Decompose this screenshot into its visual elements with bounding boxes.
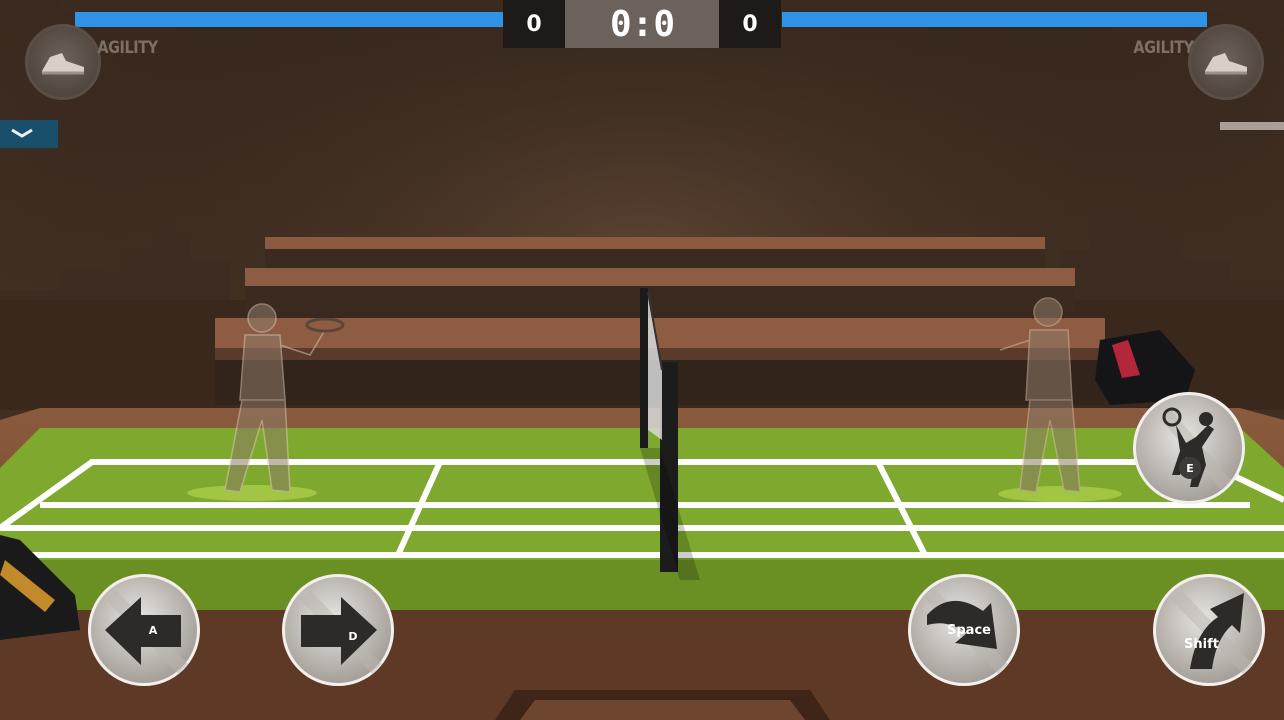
right-agility-label: AGILITY [1133, 38, 1194, 58]
right-stamina-bar [782, 12, 1207, 27]
right-agility-button[interactable] [1188, 24, 1264, 100]
chevron-down-icon [11, 128, 33, 138]
dash-key-label: Shift [1184, 637, 1219, 652]
collapse-menu-tab[interactable] [0, 120, 58, 148]
move-right-key-label: D [342, 625, 364, 647]
special-key-label: E [1179, 457, 1201, 479]
match-score: 0:0 [565, 0, 720, 48]
shoe-icon [42, 53, 84, 75]
right-games-score: 0 [719, 0, 781, 48]
left-agility-button[interactable] [25, 24, 101, 100]
left-games-score: 0 [503, 0, 565, 48]
game-scene: 0 0:0 0 AGILITY AGILITY E A D Space Shif… [0, 0, 1284, 720]
dash-button[interactable]: Shift [1153, 574, 1265, 686]
left-stamina-track [60, 0, 506, 12]
move-right-button[interactable]: D [282, 574, 394, 686]
jump-key-label: Space [947, 623, 991, 638]
left-agility-label: AGILITY [97, 38, 158, 58]
special-skill-button[interactable]: E [1133, 392, 1245, 504]
move-left-key-label: A [142, 619, 164, 641]
left-stamina-bar [75, 12, 505, 27]
right-stamina-track [780, 0, 1226, 12]
move-left-button[interactable]: A [88, 574, 200, 686]
smash-player-icon [1160, 407, 1232, 490]
arrow-right-icon [299, 590, 383, 674]
curved-arrow-up-icon [1170, 590, 1254, 674]
jump-button[interactable]: Space [908, 574, 1020, 686]
shoe-icon [1205, 53, 1247, 75]
